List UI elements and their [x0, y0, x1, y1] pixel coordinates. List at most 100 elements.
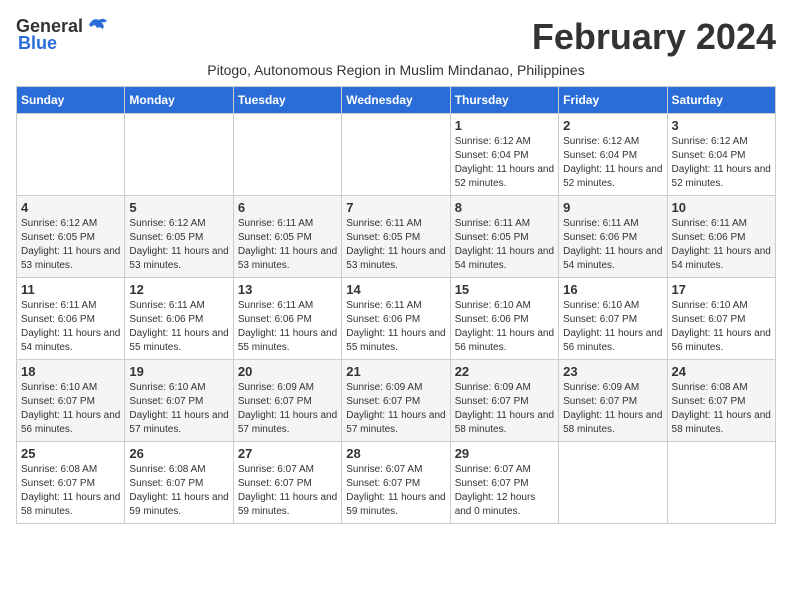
day-number: 11	[21, 282, 120, 297]
day-number: 21	[346, 364, 445, 379]
logo-blue-text: Blue	[18, 33, 57, 54]
day-header-tuesday: Tuesday	[233, 87, 341, 114]
cell-sun-info: Sunrise: 6:10 AM Sunset: 6:07 PM Dayligh…	[563, 299, 662, 355]
week-row-5: 25 Sunrise: 6:08 AM Sunset: 6:07 PM Dayli…	[17, 442, 776, 524]
cell-sun-info: Sunrise: 6:11 AM Sunset: 6:06 PM Dayligh…	[563, 217, 662, 273]
calendar-cell: 14 Sunrise: 6:11 AM Sunset: 6:06 PM Dayli…	[342, 278, 450, 360]
cell-sun-info: Sunrise: 6:10 AM Sunset: 6:07 PM Dayligh…	[672, 299, 771, 355]
cell-sun-info: Sunrise: 6:12 AM Sunset: 6:05 PM Dayligh…	[21, 217, 120, 273]
cell-sun-info: Sunrise: 6:12 AM Sunset: 6:04 PM Dayligh…	[455, 135, 554, 191]
day-number: 23	[563, 364, 662, 379]
day-number: 28	[346, 446, 445, 461]
day-number: 15	[455, 282, 554, 297]
day-number: 18	[21, 364, 120, 379]
day-number: 19	[129, 364, 228, 379]
logo-bird-icon	[87, 15, 109, 33]
day-number: 12	[129, 282, 228, 297]
calendar-cell: 23 Sunrise: 6:09 AM Sunset: 6:07 PM Dayli…	[559, 360, 667, 442]
calendar-cell: 10 Sunrise: 6:11 AM Sunset: 6:06 PM Dayli…	[667, 196, 775, 278]
day-number: 5	[129, 200, 228, 215]
day-number: 26	[129, 446, 228, 461]
day-number: 1	[455, 118, 554, 133]
calendar-cell	[125, 114, 233, 196]
day-number: 25	[21, 446, 120, 461]
calendar-cell: 9 Sunrise: 6:11 AM Sunset: 6:06 PM Daylig…	[559, 196, 667, 278]
day-number: 4	[21, 200, 120, 215]
calendar-cell: 12 Sunrise: 6:11 AM Sunset: 6:06 PM Dayli…	[125, 278, 233, 360]
day-number: 22	[455, 364, 554, 379]
calendar-cell: 8 Sunrise: 6:11 AM Sunset: 6:05 PM Daylig…	[450, 196, 558, 278]
day-header-monday: Monday	[125, 87, 233, 114]
calendar-cell: 29 Sunrise: 6:07 AM Sunset: 6:07 PM Dayli…	[450, 442, 558, 524]
calendar-cell: 20 Sunrise: 6:09 AM Sunset: 6:07 PM Dayli…	[233, 360, 341, 442]
day-number: 10	[672, 200, 771, 215]
cell-sun-info: Sunrise: 6:11 AM Sunset: 6:06 PM Dayligh…	[346, 299, 445, 355]
day-number: 6	[238, 200, 337, 215]
calendar-cell: 17 Sunrise: 6:10 AM Sunset: 6:07 PM Dayli…	[667, 278, 775, 360]
calendar-cell: 11 Sunrise: 6:11 AM Sunset: 6:06 PM Dayli…	[17, 278, 125, 360]
day-header-sunday: Sunday	[17, 87, 125, 114]
cell-sun-info: Sunrise: 6:11 AM Sunset: 6:06 PM Dayligh…	[238, 299, 337, 355]
cell-sun-info: Sunrise: 6:12 AM Sunset: 6:04 PM Dayligh…	[563, 135, 662, 191]
calendar-cell: 7Sunrise: 6:11 AM Sunset: 6:05 PM Daylig…	[342, 196, 450, 278]
cell-sun-info: Sunrise: 6:09 AM Sunset: 6:07 PM Dayligh…	[455, 381, 554, 437]
week-row-3: 11 Sunrise: 6:11 AM Sunset: 6:06 PM Dayli…	[17, 278, 776, 360]
day-header-wednesday: Wednesday	[342, 87, 450, 114]
calendar-cell: 27Sunrise: 6:07 AM Sunset: 6:07 PM Dayli…	[233, 442, 341, 524]
day-number: 9	[563, 200, 662, 215]
week-row-4: 18 Sunrise: 6:10 AM Sunset: 6:07 PM Dayli…	[17, 360, 776, 442]
cell-sun-info: Sunrise: 6:07 AM Sunset: 6:07 PM Dayligh…	[346, 463, 445, 519]
calendar-cell: 22 Sunrise: 6:09 AM Sunset: 6:07 PM Dayli…	[450, 360, 558, 442]
day-number: 24	[672, 364, 771, 379]
cell-sun-info: Sunrise: 6:08 AM Sunset: 6:07 PM Dayligh…	[129, 463, 228, 519]
cell-sun-info: Sunrise: 6:08 AM Sunset: 6:07 PM Dayligh…	[21, 463, 120, 519]
calendar-cell: 15 Sunrise: 6:10 AM Sunset: 6:06 PM Dayli…	[450, 278, 558, 360]
calendar-cell: 1 Sunrise: 6:12 AM Sunset: 6:04 PM Daylig…	[450, 114, 558, 196]
cell-sun-info: Sunrise: 6:11 AM Sunset: 6:06 PM Dayligh…	[21, 299, 120, 355]
cell-sun-info: Sunrise: 6:11 AM Sunset: 6:06 PM Dayligh…	[672, 217, 771, 273]
calendar-cell	[559, 442, 667, 524]
calendar-cell: 28 Sunrise: 6:07 AM Sunset: 6:07 PM Dayli…	[342, 442, 450, 524]
calendar-table: SundayMondayTuesdayWednesdayThursdayFrid…	[16, 86, 776, 524]
week-row-2: 4 Sunrise: 6:12 AM Sunset: 6:05 PM Daylig…	[17, 196, 776, 278]
day-number: 8	[455, 200, 554, 215]
day-number: 16	[563, 282, 662, 297]
cell-sun-info: Sunrise: 6:10 AM Sunset: 6:07 PM Dayligh…	[21, 381, 120, 437]
days-header-row: SundayMondayTuesdayWednesdayThursdayFrid…	[17, 87, 776, 114]
calendar-cell: 16 Sunrise: 6:10 AM Sunset: 6:07 PM Dayli…	[559, 278, 667, 360]
day-number: 14	[346, 282, 445, 297]
cell-sun-info: Sunrise: 6:09 AM Sunset: 6:07 PM Dayligh…	[346, 381, 445, 437]
calendar-cell: 24Sunrise: 6:08 AM Sunset: 6:07 PM Dayli…	[667, 360, 775, 442]
day-number: 2	[563, 118, 662, 133]
calendar-cell: 2 Sunrise: 6:12 AM Sunset: 6:04 PM Daylig…	[559, 114, 667, 196]
cell-sun-info: Sunrise: 6:09 AM Sunset: 6:07 PM Dayligh…	[238, 381, 337, 437]
cell-sun-info: Sunrise: 6:10 AM Sunset: 6:07 PM Dayligh…	[129, 381, 228, 437]
cell-sun-info: Sunrise: 6:11 AM Sunset: 6:05 PM Dayligh…	[238, 217, 337, 273]
calendar-cell: 13Sunrise: 6:11 AM Sunset: 6:06 PM Dayli…	[233, 278, 341, 360]
logo: General Blue	[16, 16, 109, 54]
day-header-saturday: Saturday	[667, 87, 775, 114]
calendar-cell: 21 Sunrise: 6:09 AM Sunset: 6:07 PM Dayli…	[342, 360, 450, 442]
calendar-cell	[17, 114, 125, 196]
cell-sun-info: Sunrise: 6:11 AM Sunset: 6:05 PM Dayligh…	[346, 217, 445, 273]
subtitle: Pitogo, Autonomous Region in Muslim Mind…	[16, 62, 776, 78]
cell-sun-info: Sunrise: 6:11 AM Sunset: 6:05 PM Dayligh…	[455, 217, 554, 273]
cell-sun-info: Sunrise: 6:09 AM Sunset: 6:07 PM Dayligh…	[563, 381, 662, 437]
cell-sun-info: Sunrise: 6:12 AM Sunset: 6:05 PM Dayligh…	[129, 217, 228, 273]
cell-sun-info: Sunrise: 6:07 AM Sunset: 6:07 PM Dayligh…	[238, 463, 337, 519]
cell-sun-info: Sunrise: 6:11 AM Sunset: 6:06 PM Dayligh…	[129, 299, 228, 355]
cell-sun-info: Sunrise: 6:12 AM Sunset: 6:04 PM Dayligh…	[672, 135, 771, 191]
calendar-cell: 26 Sunrise: 6:08 AM Sunset: 6:07 PM Dayli…	[125, 442, 233, 524]
calendar-cell: 25 Sunrise: 6:08 AM Sunset: 6:07 PM Dayli…	[17, 442, 125, 524]
cell-sun-info: Sunrise: 6:10 AM Sunset: 6:06 PM Dayligh…	[455, 299, 554, 355]
calendar-cell: 19 Sunrise: 6:10 AM Sunset: 6:07 PM Dayli…	[125, 360, 233, 442]
day-number: 17	[672, 282, 771, 297]
day-header-thursday: Thursday	[450, 87, 558, 114]
calendar-cell: 6 Sunrise: 6:11 AM Sunset: 6:05 PM Daylig…	[233, 196, 341, 278]
day-number: 29	[455, 446, 554, 461]
calendar-cell	[667, 442, 775, 524]
cell-sun-info: Sunrise: 6:07 AM Sunset: 6:07 PM Dayligh…	[455, 463, 554, 519]
calendar-cell: 5 Sunrise: 6:12 AM Sunset: 6:05 PM Daylig…	[125, 196, 233, 278]
day-number: 20	[238, 364, 337, 379]
month-title: February 2024	[532, 16, 776, 58]
